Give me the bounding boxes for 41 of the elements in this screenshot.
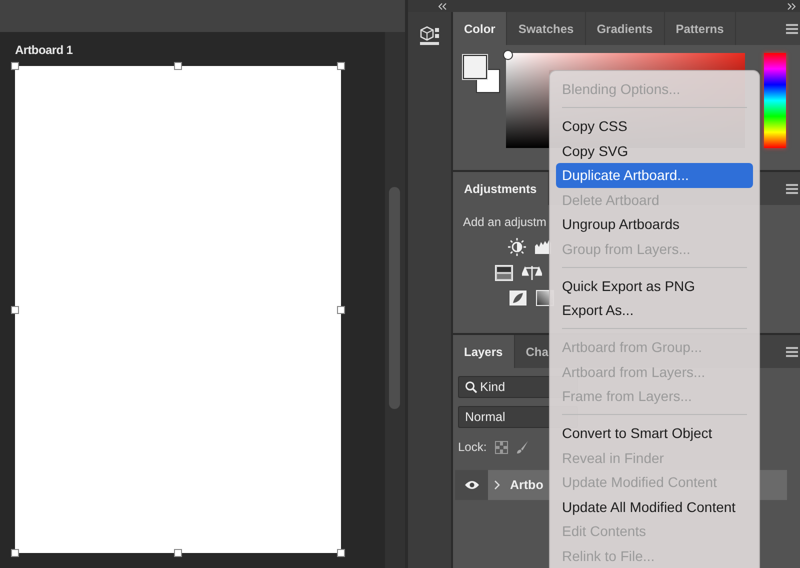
cube-icon[interactable]: [418, 26, 440, 46]
resize-handle[interactable]: [337, 549, 345, 557]
lock-label: Lock:: [458, 440, 487, 454]
artboard-title: Artboard 1: [15, 43, 74, 59]
scales-icon[interactable]: [522, 265, 542, 281]
resize-handle[interactable]: [174, 62, 182, 70]
brush-icon[interactable]: [516, 440, 529, 454]
color-picker-handle[interactable]: [503, 50, 513, 60]
collapse-icon[interactable]: [438, 2, 447, 10]
search-icon: [465, 381, 477, 393]
resize-handle[interactable]: [11, 306, 19, 314]
brightness-icon[interactable]: [508, 238, 526, 256]
gradient-map-icon[interactable]: [495, 265, 513, 281]
resize-handle[interactable]: [11, 549, 19, 557]
panel-tab[interactable]: Layers: [453, 335, 515, 368]
menu-item[interactable]: Copy SVG: [556, 138, 753, 163]
resize-handle[interactable]: [337, 306, 345, 314]
panel-menu-icon[interactable]: [786, 346, 798, 356]
scrollbar-thumb[interactable]: [389, 187, 400, 409]
menu-item[interactable]: Export As...: [556, 298, 753, 322]
checkerboard-icon[interactable]: [494, 440, 508, 454]
panel-menu-icon[interactable]: [786, 184, 798, 194]
chevron-icon[interactable]: [494, 480, 500, 490]
menu-item[interactable]: Quick Export as PNG: [556, 274, 753, 298]
adjustments-hint: Add an adjustm: [463, 215, 546, 229]
expand-icon[interactable]: [787, 2, 796, 10]
foreground-color-swatch[interactable]: [463, 55, 487, 79]
panel-tab[interactable]: Color: [453, 12, 508, 45]
menu-item[interactable]: Ungroup Artboards: [556, 212, 753, 236]
eye-icon[interactable]: [464, 480, 480, 490]
background-color-swatch[interactable]: [476, 69, 500, 93]
panel-tab[interactable]: Adjustments: [453, 172, 549, 205]
photo-filter-icon[interactable]: [509, 290, 527, 306]
menu-item[interactable]: Update All Modified Content: [556, 494, 753, 519]
resize-handle[interactable]: [337, 62, 345, 70]
panel-menu-icon[interactable]: [786, 24, 798, 34]
menu-item[interactable]: Copy CSS: [556, 114, 753, 138]
menu-item[interactable]: Duplicate Artboard...: [556, 163, 753, 188]
layer-name: Artbo: [510, 478, 544, 492]
resize-handle[interactable]: [174, 549, 182, 557]
resize-handle[interactable]: [11, 62, 19, 70]
